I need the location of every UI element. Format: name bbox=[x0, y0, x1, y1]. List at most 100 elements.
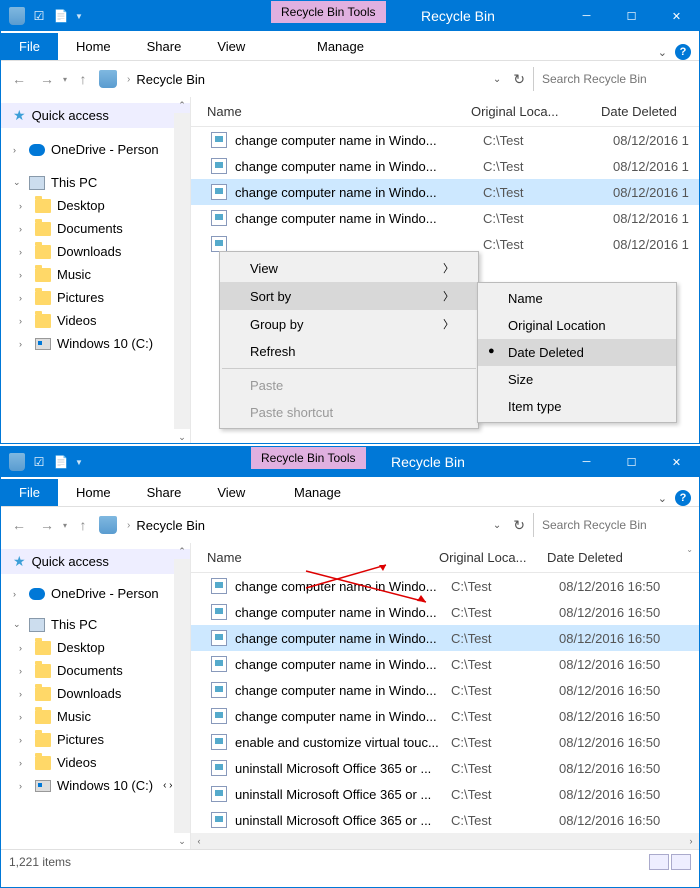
contextual-tab-label[interactable]: Recycle Bin Tools bbox=[251, 447, 366, 469]
sidebar-item-drive-c[interactable]: ›Windows 10 (C:) bbox=[1, 332, 190, 355]
sidebar-item-desktop[interactable]: ›Desktop bbox=[1, 194, 190, 217]
context-menu[interactable]: View〉Sort by〉Group by〉RefreshPastePaste … bbox=[219, 251, 479, 429]
file-row[interactable]: uninstall Microsoft Office 365 or ...C:\… bbox=[191, 755, 699, 781]
tab-home[interactable]: Home bbox=[58, 479, 129, 506]
file-row[interactable]: enable and customize virtual touc...C:\T… bbox=[191, 729, 699, 755]
sidebar-scrollbar[interactable]: ⌃ ⌄ bbox=[174, 543, 190, 849]
menu-item[interactable]: Refresh bbox=[220, 338, 478, 365]
file-row[interactable]: change computer name in Windo...C:\Test0… bbox=[191, 573, 699, 599]
column-headers[interactable]: Name Original Loca... Date Deleted ⌄ bbox=[191, 543, 699, 573]
submenu-item[interactable]: Size bbox=[478, 366, 676, 393]
sidebar-item-downloads[interactable]: ›Downloads bbox=[1, 240, 190, 263]
sidebar-item-drive-c[interactable]: ›Windows 10 (C:)‹ › bbox=[1, 774, 190, 797]
new-folder-icon[interactable]: 📄 bbox=[53, 454, 69, 470]
search-input[interactable] bbox=[533, 67, 693, 91]
sidebar-quick-access[interactable]: ★Quick access bbox=[1, 103, 190, 128]
minimize-button[interactable]: ─ bbox=[564, 447, 609, 477]
tab-share[interactable]: Share bbox=[129, 33, 200, 60]
chevron-right-icon[interactable]: › bbox=[127, 520, 130, 531]
sidebar-item-videos[interactable]: ›Videos bbox=[1, 309, 190, 332]
history-dropdown-icon[interactable]: ▾ bbox=[63, 75, 67, 84]
forward-button[interactable]: → bbox=[35, 513, 59, 537]
file-row[interactable]: change computer name in Windo...C:\Test0… bbox=[191, 179, 699, 205]
sidebar-item-documents[interactable]: ›Documents bbox=[1, 659, 190, 682]
column-name[interactable]: Name bbox=[191, 104, 471, 119]
sidebar-item-pictures[interactable]: ›Pictures bbox=[1, 286, 190, 309]
file-tab[interactable]: File bbox=[1, 33, 58, 60]
help-icon[interactable]: ? bbox=[675, 44, 691, 60]
chevron-right-icon[interactable]: › bbox=[13, 145, 23, 155]
submenu-item[interactable]: Name bbox=[478, 285, 676, 312]
contextual-tab-label[interactable]: Recycle Bin Tools bbox=[271, 1, 386, 23]
search-input[interactable] bbox=[533, 513, 693, 537]
large-icons-view-icon[interactable] bbox=[671, 854, 691, 870]
submenu-item[interactable]: Original Location bbox=[478, 312, 676, 339]
up-button[interactable]: ↑ bbox=[71, 67, 95, 91]
file-row[interactable]: change computer name in Windo...C:\Test0… bbox=[191, 625, 699, 651]
qat-dropdown-icon[interactable]: ▼ bbox=[75, 12, 83, 21]
sidebar-item-desktop[interactable]: ›Desktop bbox=[1, 636, 190, 659]
chevron-down-icon[interactable]: ⌄ bbox=[658, 492, 667, 505]
breadcrumb-dropdown-icon[interactable]: ⌄ bbox=[489, 520, 505, 531]
tab-view[interactable]: View bbox=[199, 33, 263, 60]
file-row[interactable]: uninstall Microsoft Office 365 or ...C:\… bbox=[191, 781, 699, 807]
refresh-button[interactable]: ↻ bbox=[509, 71, 529, 88]
file-row[interactable]: change computer name in Windo...C:\Test0… bbox=[191, 703, 699, 729]
submenu-item[interactable]: Item type bbox=[478, 393, 676, 420]
up-button[interactable]: ↑ bbox=[71, 513, 95, 537]
file-row[interactable]: change computer name in Windo...C:\Test0… bbox=[191, 651, 699, 677]
menu-item[interactable]: View〉 bbox=[220, 254, 478, 282]
scroll-down-icon[interactable]: ⌄ bbox=[174, 833, 190, 849]
tab-home[interactable]: Home bbox=[58, 33, 129, 60]
sidebar-item-music[interactable]: ›Music bbox=[1, 263, 190, 286]
breadcrumb[interactable]: › Recycle Bin bbox=[121, 518, 485, 533]
sidebar-scrollbar[interactable]: ⌃ ⌄ bbox=[174, 97, 190, 444]
breadcrumb[interactable]: › Recycle Bin bbox=[121, 72, 485, 87]
sidebar-item-videos[interactable]: ›Videos bbox=[1, 751, 190, 774]
help-icon[interactable]: ? bbox=[675, 490, 691, 506]
new-folder-icon[interactable]: 📄 bbox=[53, 8, 69, 24]
qat-dropdown-icon[interactable]: ▼ bbox=[75, 458, 83, 467]
chevron-down-icon[interactable]: ⌄ bbox=[658, 46, 667, 59]
sidebar-item-music[interactable]: ›Music bbox=[1, 705, 190, 728]
sidebar-item-downloads[interactable]: ›Downloads bbox=[1, 682, 190, 705]
refresh-button[interactable]: ↻ bbox=[509, 517, 529, 534]
column-headers[interactable]: Name Original Loca... Date Deleted bbox=[191, 97, 699, 127]
file-tab[interactable]: File bbox=[1, 479, 58, 506]
titlebar[interactable]: ☑ 📄 ▼ Recycle Bin Tools Recycle Bin ─ ☐ … bbox=[1, 447, 699, 477]
maximize-button[interactable]: ☐ bbox=[609, 447, 654, 477]
minimize-button[interactable]: ─ bbox=[564, 1, 609, 31]
titlebar[interactable]: ☑ 📄 ▼ Recycle Bin Tools Recycle Bin ─ ☐ … bbox=[1, 1, 699, 31]
details-view-icon[interactable] bbox=[649, 854, 669, 870]
breadcrumb-dropdown-icon[interactable]: ⌄ bbox=[489, 74, 505, 85]
sidebar-onedrive[interactable]: ›OneDrive - Person bbox=[1, 582, 190, 605]
tab-share[interactable]: Share bbox=[129, 479, 200, 506]
properties-icon[interactable]: ☑ bbox=[31, 8, 47, 24]
submenu-item[interactable]: ●Date Deleted bbox=[478, 339, 676, 366]
file-row[interactable]: change computer name in Windo...C:\Test0… bbox=[191, 205, 699, 231]
back-button[interactable]: ← bbox=[7, 513, 31, 537]
file-row[interactable]: change computer name in Windo...C:\Test0… bbox=[191, 153, 699, 179]
maximize-button[interactable]: ☐ bbox=[609, 1, 654, 31]
scroll-left-icon[interactable]: ‹ bbox=[191, 833, 207, 849]
tab-manage[interactable]: Manage bbox=[276, 479, 359, 506]
scroll-up-icon[interactable]: ⌃ bbox=[174, 543, 190, 559]
menu-item[interactable]: Sort by〉 bbox=[220, 282, 478, 310]
scroll-up-icon[interactable]: ⌃ bbox=[174, 97, 190, 113]
chevron-right-icon[interactable]: › bbox=[127, 74, 130, 85]
column-location[interactable]: Original Loca... bbox=[439, 550, 547, 565]
scroll-down-icon[interactable]: ⌄ bbox=[174, 429, 190, 444]
column-location[interactable]: Original Loca... bbox=[471, 104, 601, 119]
breadcrumb-item[interactable]: Recycle Bin bbox=[136, 72, 205, 87]
tab-manage[interactable]: Manage bbox=[299, 33, 382, 60]
breadcrumb-item[interactable]: Recycle Bin bbox=[136, 518, 205, 533]
file-row[interactable]: change computer name in Windo...C:\Test0… bbox=[191, 677, 699, 703]
sidebar-onedrive[interactable]: ›OneDrive - Person bbox=[1, 138, 190, 161]
scroll-right-icon[interactable]: › bbox=[683, 833, 699, 849]
forward-button[interactable]: → bbox=[35, 67, 59, 91]
sidebar-this-pc[interactable]: ⌄This PC bbox=[1, 171, 190, 194]
context-submenu-sortby[interactable]: NameOriginal Location●Date DeletedSizeIt… bbox=[477, 282, 677, 423]
back-button[interactable]: ← bbox=[7, 67, 31, 91]
file-row[interactable]: uninstall Microsoft Office 365 or ...C:\… bbox=[191, 807, 699, 833]
column-date-deleted[interactable]: Date Deleted bbox=[547, 550, 699, 565]
